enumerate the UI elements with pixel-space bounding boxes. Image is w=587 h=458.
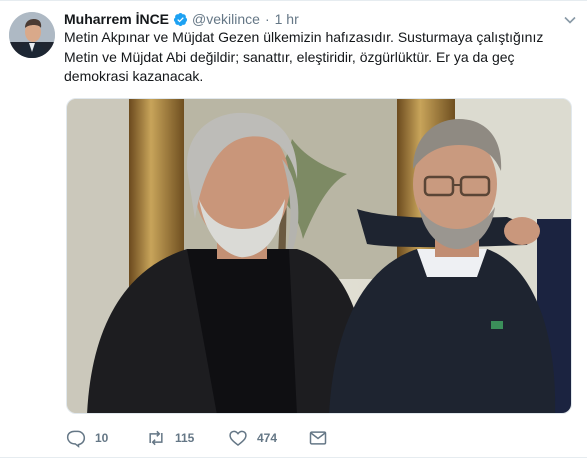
envelope-icon	[309, 431, 327, 445]
verified-badge-icon	[173, 12, 188, 27]
chevron-down-icon[interactable]	[563, 13, 577, 27]
retweet-button[interactable]: 115	[146, 428, 228, 448]
retweet-count: 115	[175, 431, 195, 445]
tweet-timestamp[interactable]: 1 hr	[275, 11, 299, 27]
reply-button[interactable]: 10	[66, 428, 146, 448]
direct-message-button[interactable]	[308, 428, 328, 448]
author-handle[interactable]: @vekilince	[192, 11, 260, 27]
tweet-photo[interactable]	[66, 98, 572, 414]
tweet-text: Metin Akpınar ve Müjdat Gezen ülkemizin …	[64, 29, 544, 84]
retweet-icon	[149, 430, 163, 446]
tweet-actions: 10 115 474	[66, 427, 328, 449]
like-button[interactable]: 474	[228, 428, 308, 448]
heart-icon	[229, 430, 247, 447]
author-name[interactable]: Muharrem İNCE	[64, 11, 169, 27]
header-separator: ·	[264, 11, 270, 27]
photo-image	[67, 99, 571, 413]
avatar[interactable]	[9, 12, 55, 58]
like-count: 474	[257, 431, 278, 445]
tweet-header: Muharrem İNCE @vekilince · 1 hr	[64, 9, 299, 29]
tweet-card[interactable]: Muharrem İNCE @vekilince · 1 hr Metin Ak…	[0, 0, 587, 458]
avatar-image	[9, 12, 55, 58]
reply-count: 10	[95, 431, 109, 445]
reply-icon	[66, 430, 86, 448]
